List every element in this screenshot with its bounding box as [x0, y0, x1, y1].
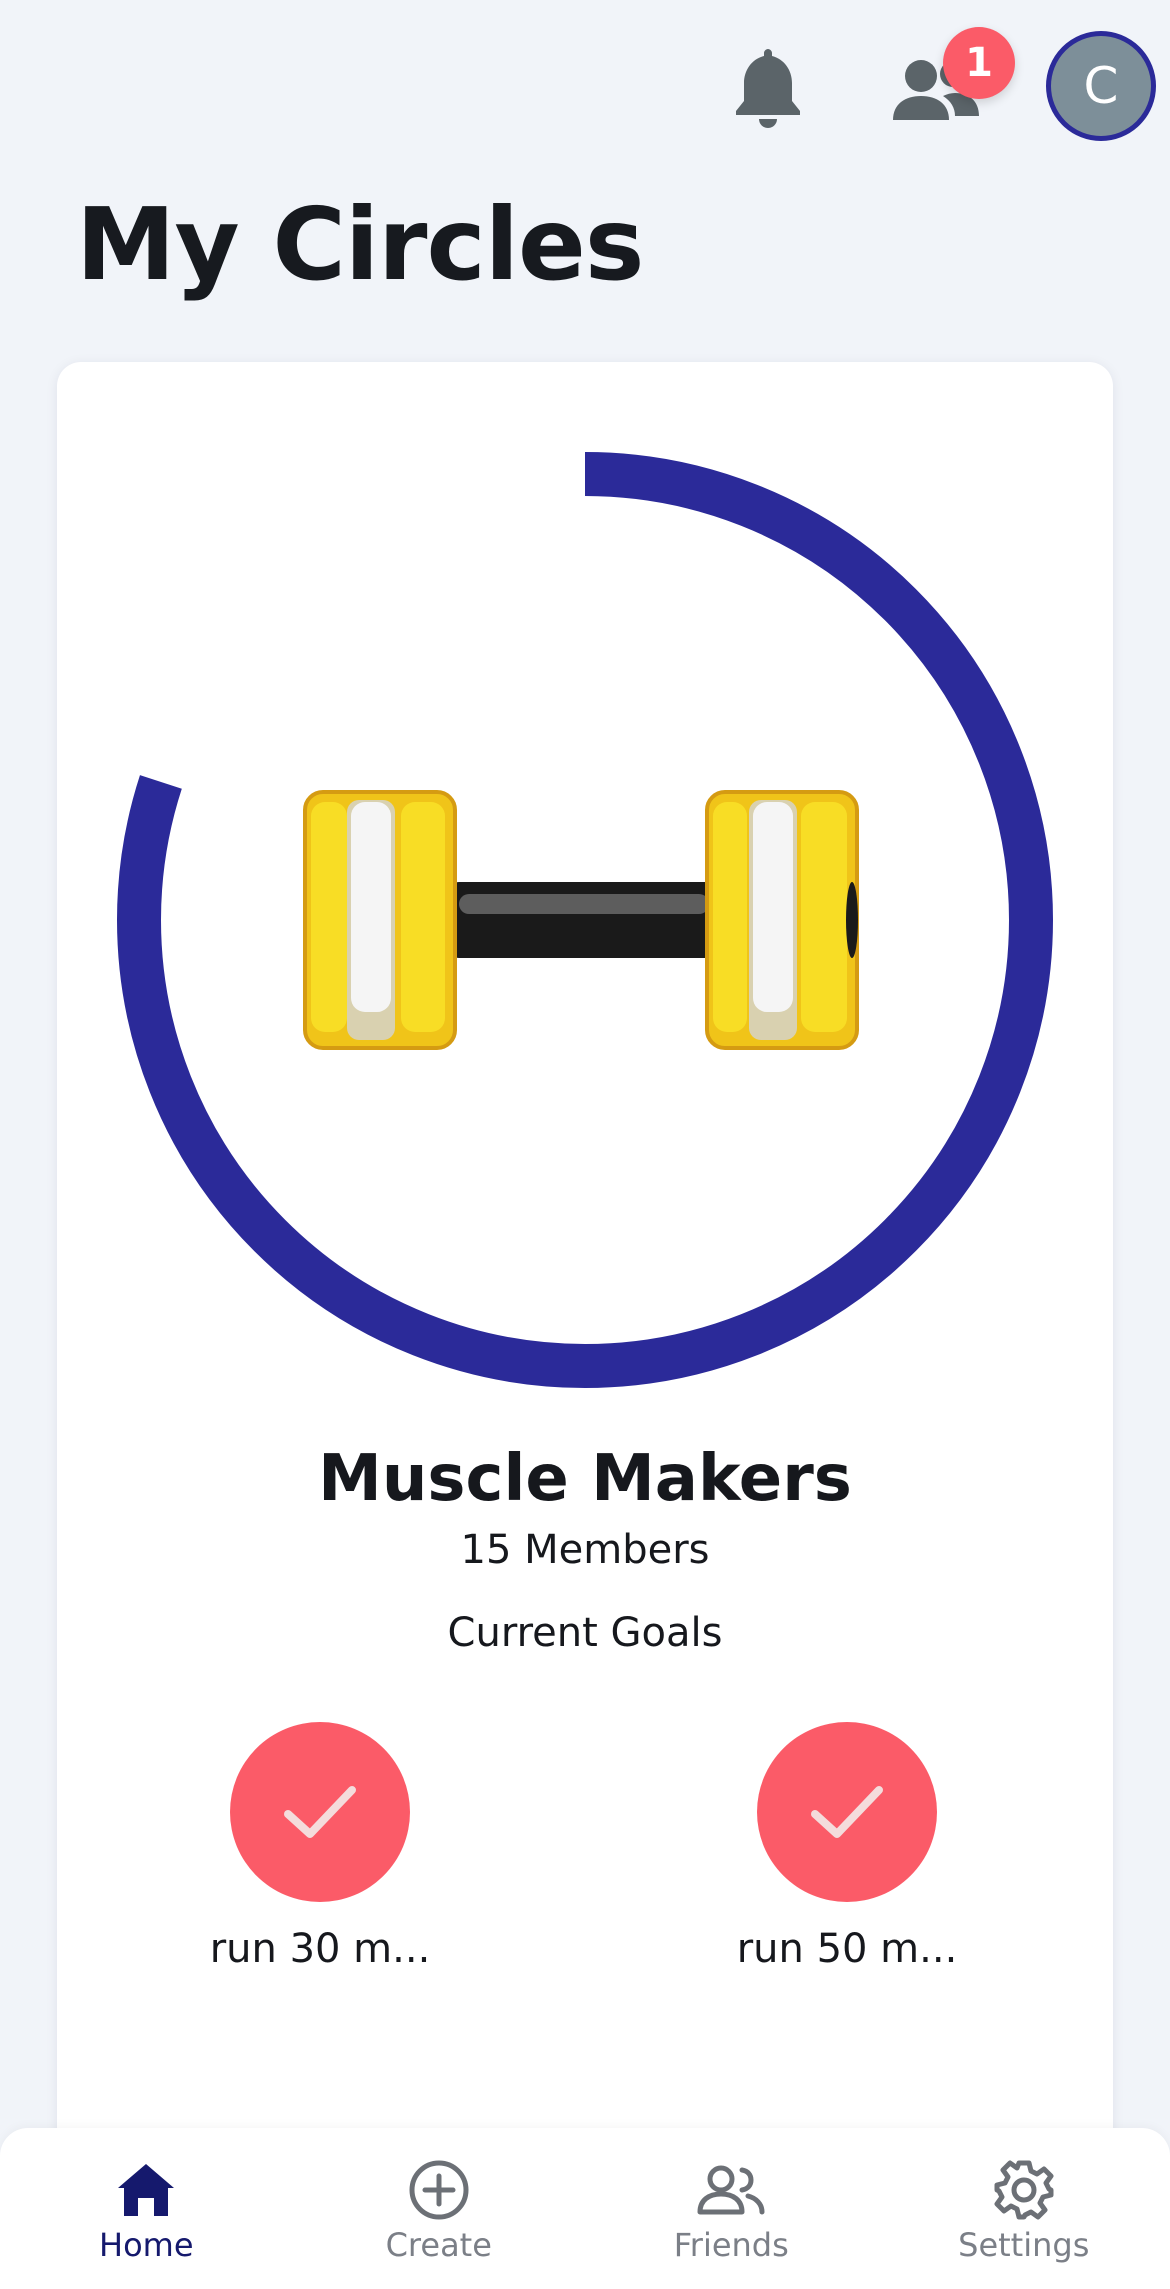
nav-label-settings: Settings [958, 2226, 1090, 2264]
screen: 1 C My Circles Muscle Makers 15 Members … [0, 0, 1170, 2289]
nav-friends[interactable]: Friends [585, 2128, 878, 2289]
nav-label-friends: Friends [673, 2226, 789, 2264]
goals-heading: Current Goals [447, 1610, 723, 1656]
top-bar: 1 C [0, 0, 1170, 170]
member-count: 15 Members [460, 1527, 710, 1573]
circle-name: Muscle Makers [318, 1442, 852, 1516]
people-icon [697, 2165, 765, 2215]
circle-card[interactable]: Muscle Makers 15 Members Current Goals r… [57, 362, 1113, 2289]
bottom-nav: Home Create Friends Settings [0, 2128, 1170, 2289]
nav-label-create: Create [385, 2226, 492, 2264]
goal-status[interactable] [230, 1722, 410, 1902]
notifications-button[interactable] [722, 38, 814, 138]
goal-label: run 30 m... [209, 1926, 431, 1972]
nav-create[interactable]: Create [293, 2128, 586, 2289]
check-icon [811, 1786, 883, 1838]
nav-label-home: Home [99, 2226, 194, 2264]
nav-home[interactable]: Home [0, 2128, 293, 2289]
circle-progress [57, 362, 1113, 1412]
nav-settings[interactable]: Settings [878, 2128, 1170, 2289]
dumbbell-image [303, 790, 859, 1050]
plus-circle-icon [409, 2160, 469, 2220]
gear-icon [994, 2160, 1054, 2220]
goal-item[interactable]: run 30 m... [170, 1722, 470, 1972]
goal-item[interactable]: run 50 m... [697, 1722, 997, 1972]
goal-label: run 50 m... [736, 1926, 958, 1972]
bell-icon [736, 49, 800, 128]
page-title: My Circles [76, 186, 644, 303]
home-icon [118, 2164, 175, 2216]
avatar[interactable]: C [1046, 31, 1156, 141]
friend-request-badge: 1 [943, 27, 1015, 99]
check-icon [284, 1786, 356, 1838]
goal-status[interactable] [757, 1722, 937, 1902]
